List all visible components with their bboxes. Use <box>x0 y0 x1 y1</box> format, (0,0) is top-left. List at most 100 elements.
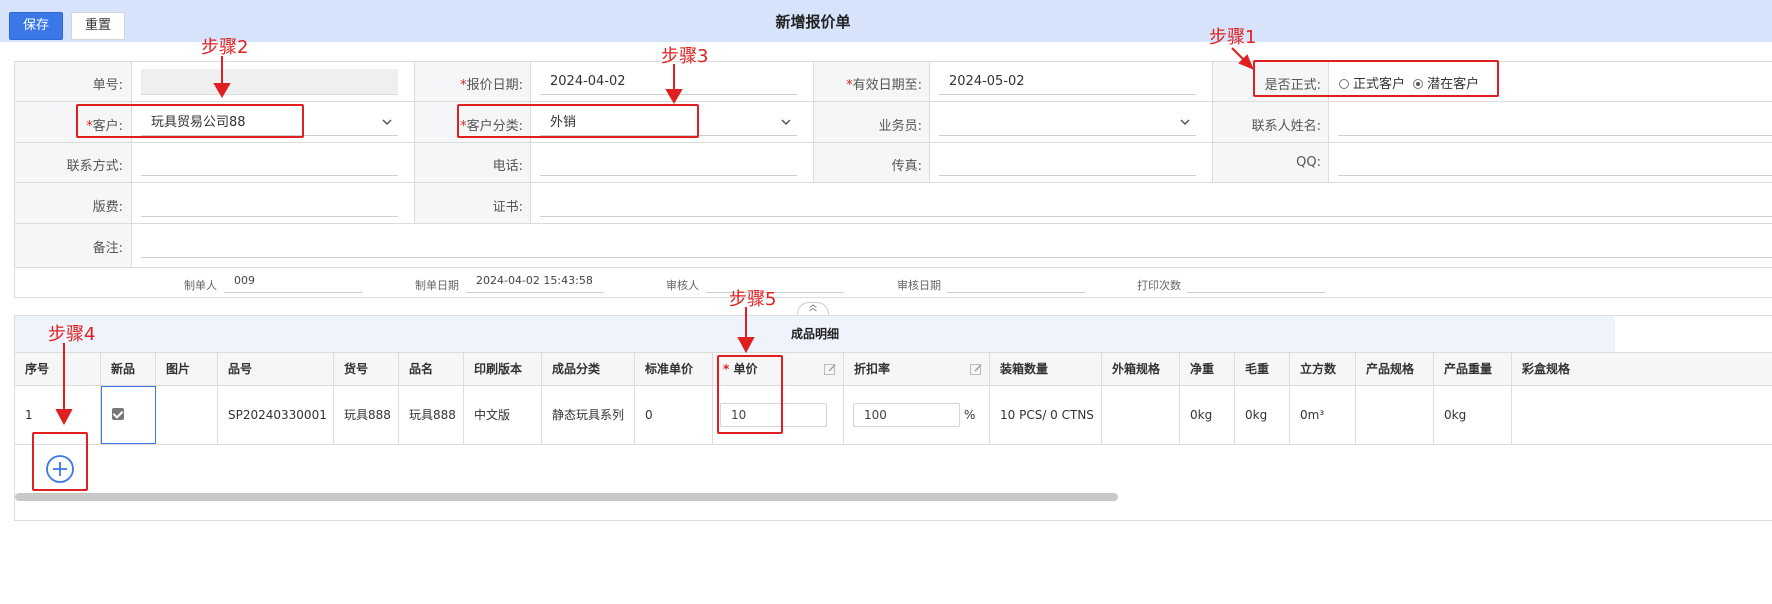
cell-category: 静态玩具系列 <box>542 386 635 444</box>
grid-line <box>15 182 1772 183</box>
valid-until-field[interactable]: 2024-05-02 <box>939 69 1196 95</box>
column-header[interactable]: 印刷版本 <box>464 353 542 385</box>
column-header[interactable]: 净重 <box>1180 353 1235 385</box>
audit-date-label: 审核日期 <box>897 279 941 292</box>
contact-label: 联系方式: <box>66 159 123 174</box>
print-count-value <box>1187 273 1325 293</box>
sample-fee-field[interactable] <box>141 191 398 217</box>
certificate-field[interactable] <box>540 191 1772 217</box>
step1-highlight <box>1253 60 1499 97</box>
cell-goods-no: 玩具888 <box>334 386 399 444</box>
column-header[interactable]: 货号 <box>334 353 399 385</box>
sample-fee-label: 版费: <box>92 200 123 215</box>
column-header[interactable]: 成品分类 <box>542 353 635 385</box>
contact-name-label: 联系人姓名: <box>1251 119 1321 134</box>
quote-form-page: 保存 重置 新增报价单 单号: *报价日期: 2024-04-02 *有效日期至… <box>0 0 1772 604</box>
cell-item-no: SP20240330001 <box>218 386 334 444</box>
horizontal-scrollbar[interactable] <box>15 493 1118 501</box>
column-header[interactable]: 彩盒规格 <box>1512 353 1772 385</box>
cell-net-weight: 0kg <box>1180 386 1235 444</box>
top-toolbar: 保存 重置 新增报价单 <box>0 0 1772 42</box>
discount-input[interactable]: 100 <box>853 403 960 427</box>
column-header[interactable]: 立方数 <box>1290 353 1356 385</box>
column-header[interactable]: 外箱规格 <box>1102 353 1180 385</box>
salesman-label: 业务员: <box>878 119 922 134</box>
column-header[interactable]: 装箱数量 <box>990 353 1102 385</box>
edit-icon[interactable] <box>970 363 983 376</box>
column-header[interactable]: 品名 <box>399 353 464 385</box>
valid-until-label: *有效日期至: <box>846 78 922 93</box>
created-date-label: 制单日期 <box>415 279 459 292</box>
cell-name: 玩具888 <box>399 386 464 444</box>
fax-field[interactable] <box>939 150 1196 176</box>
contact-name-field[interactable] <box>1338 110 1772 136</box>
table-row[interactable]: 1 SP20240330001 玩具888 玩具888 中文版 静态玩具系列 0… <box>15 386 1772 445</box>
edit-icon[interactable] <box>824 363 837 376</box>
discount-unit: % <box>964 408 976 422</box>
column-header[interactable]: 标准单价 <box>635 353 713 385</box>
chevron-down-icon <box>781 119 791 126</box>
cell-carton-spec <box>1102 386 1180 444</box>
quote-date-label: *报价日期: <box>460 78 523 93</box>
product-detail-grid: 成品明细 序号 新品 图片 品号 货号 品名 印刷版本 成品分类 标准单价 * … <box>14 315 1772 521</box>
column-header[interactable]: 产品重量 <box>1434 353 1512 385</box>
chevron-down-icon <box>382 119 392 126</box>
collapse-toggle[interactable] <box>797 302 829 316</box>
chevron-down-icon <box>1180 119 1190 126</box>
detail-header-row: 序号 新品 图片 品号 货号 品名 印刷版本 成品分类 标准单价 * 单价 折扣… <box>15 352 1772 386</box>
step5-label: 步骤5 <box>729 289 777 310</box>
order-no-field[interactable] <box>141 69 398 95</box>
qq-label: QQ: <box>1296 155 1321 170</box>
grid-line <box>131 62 132 268</box>
cell-std-price: 0 <box>635 386 713 444</box>
cell-volume: 0m³ <box>1290 386 1356 444</box>
checkbox-checked-icon[interactable] <box>112 408 124 420</box>
certificate-label: 证书: <box>492 200 523 215</box>
phone-label: 电话: <box>492 159 523 174</box>
auditor-label: 审核人 <box>666 279 699 292</box>
audit-date-value <box>947 273 1085 293</box>
step4-label: 步骤4 <box>48 324 96 345</box>
step2-highlight <box>76 104 304 138</box>
detail-title: 成品明细 <box>15 316 1615 352</box>
step4-highlight <box>32 432 88 491</box>
grid-line <box>15 267 1772 268</box>
step1-label: 步骤1 <box>1209 27 1257 48</box>
created-date-value: 2024-04-02 15:43:58 <box>466 273 604 293</box>
column-header[interactable]: 产品规格 <box>1356 353 1434 385</box>
qq-field[interactable] <box>1338 150 1772 176</box>
remark-field[interactable] <box>141 232 1772 258</box>
phone-field[interactable] <box>540 150 797 176</box>
cell-product-weight: 0kg <box>1434 386 1512 444</box>
column-header[interactable]: 品号 <box>218 353 334 385</box>
step5-highlight <box>717 355 783 434</box>
column-header[interactable]: 序号 <box>15 353 101 385</box>
creator-label: 制单人 <box>184 279 217 292</box>
cell-image[interactable] <box>156 386 218 444</box>
column-header-discount[interactable]: 折扣率 <box>844 353 990 385</box>
contact-field[interactable] <box>141 150 398 176</box>
cell-print-version: 中文版 <box>464 386 542 444</box>
double-chevron-up-icon <box>809 304 817 312</box>
step3-highlight <box>457 104 699 138</box>
column-header[interactable]: 新品 <box>101 353 156 385</box>
cell-product-spec <box>1356 386 1434 444</box>
grid-line <box>15 223 1772 224</box>
cell-packing-qty: 10 PCS/ 0 CTNS <box>990 386 1102 444</box>
grid-line <box>530 62 531 223</box>
grid-line <box>15 101 1772 102</box>
cell-new-item[interactable] <box>101 386 156 444</box>
column-header[interactable]: 图片 <box>156 353 218 385</box>
print-count-label: 打印次数 <box>1137 279 1181 292</box>
salesman-select[interactable] <box>939 110 1196 136</box>
grid-line <box>15 142 1772 143</box>
quote-date-field[interactable]: 2024-04-02 <box>540 69 797 95</box>
cell-discount: 100 % <box>844 386 990 444</box>
creator-value: 009 <box>224 273 362 293</box>
grid-line <box>929 62 930 182</box>
cell-color-box-spec <box>1512 386 1772 444</box>
order-no-label: 单号: <box>92 78 123 93</box>
fax-label: 传真: <box>891 159 922 174</box>
step2-label: 步骤2 <box>201 37 249 58</box>
column-header[interactable]: 毛重 <box>1235 353 1290 385</box>
